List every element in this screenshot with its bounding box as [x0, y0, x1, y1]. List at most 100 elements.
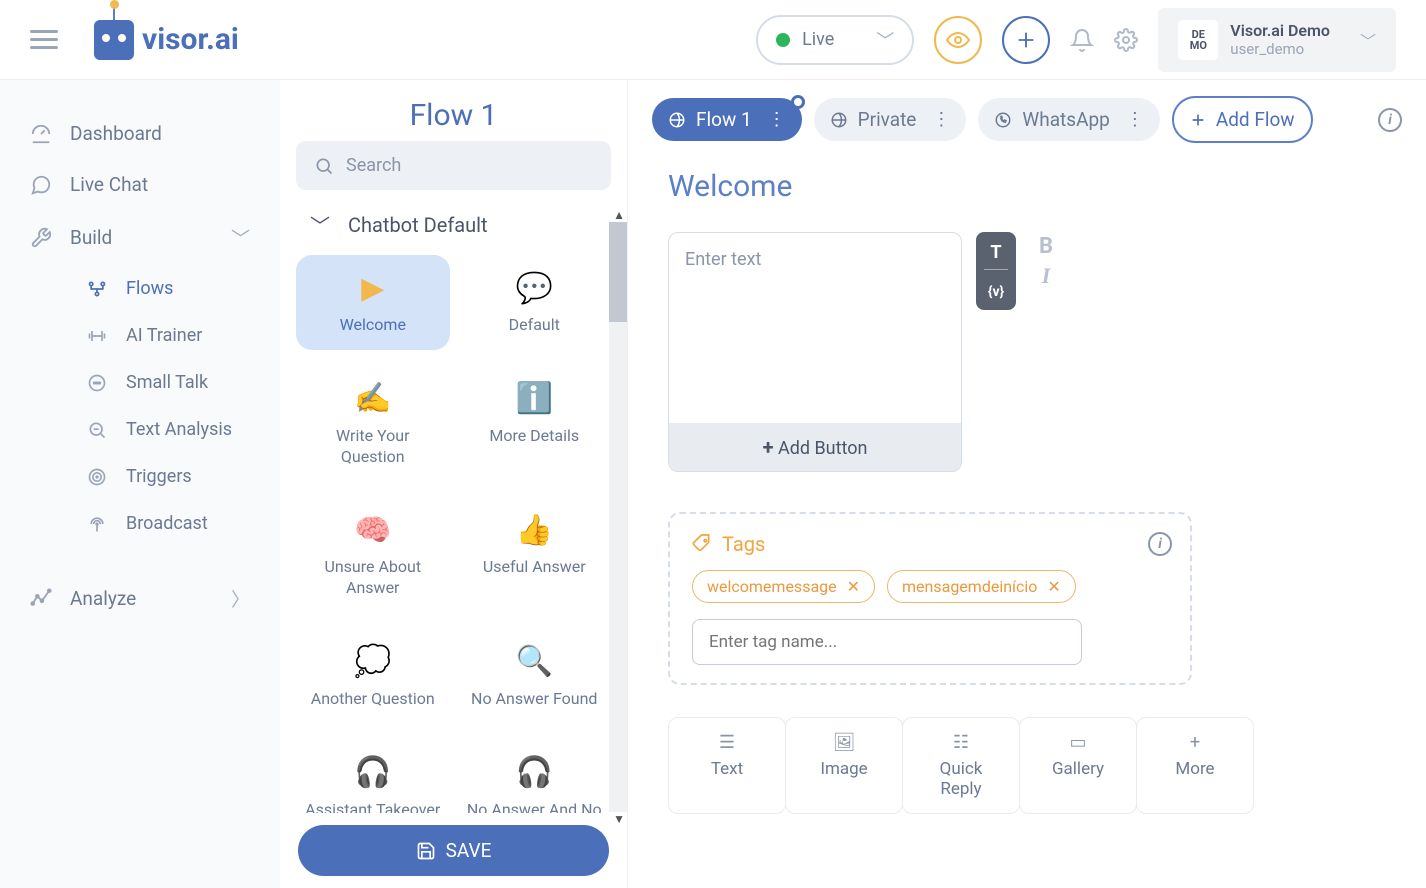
add-button-bar[interactable]: + Add Button: [669, 423, 961, 471]
scrollbar[interactable]: ▲ ▼: [609, 222, 627, 812]
sidebar-item-textanalysis[interactable]: Text Analysis: [58, 406, 280, 453]
flow-card-welcome[interactable]: ▶ Welcome: [296, 255, 450, 350]
add-button-label: Add Button: [778, 438, 867, 459]
main: Flow 1 ⋮ Private ⋮ WhatsApp ⋮ Add Flow i…: [628, 80, 1426, 888]
gear-icon: [1114, 28, 1138, 52]
format-italic-button[interactable]: I: [1026, 261, 1066, 291]
speech-icon: [86, 373, 108, 393]
pencil-icon: ✍️: [304, 380, 442, 418]
sidebar-item-flows[interactable]: Flows: [58, 265, 280, 312]
sidebar-label: Flows: [126, 278, 173, 299]
environment-selector[interactable]: Live ﹀: [756, 15, 914, 65]
preview-button[interactable]: [934, 16, 982, 64]
info-button[interactable]: i: [1148, 532, 1172, 556]
block-type-label: Gallery: [1044, 759, 1112, 779]
scroll-thumb[interactable]: [609, 222, 627, 322]
sidebar-label: AI Trainer: [126, 325, 202, 346]
tab-label: Flow 1: [696, 108, 752, 131]
message-textarea[interactable]: Enter text: [669, 233, 961, 423]
eye-icon: [946, 28, 970, 52]
category-header[interactable]: ﹀ Chatbot Default: [280, 210, 627, 255]
info-button[interactable]: i: [1378, 108, 1402, 132]
sidebar-item-dashboard[interactable]: Dashboard: [0, 108, 280, 159]
badge-dot-icon: [791, 95, 805, 109]
kebab-icon[interactable]: ⋮: [1126, 109, 1144, 130]
tag-icon: [692, 534, 712, 554]
tab-flow1[interactable]: Flow 1 ⋮: [652, 98, 802, 141]
robot-icon: [94, 20, 134, 60]
block-type-label: Image: [810, 759, 878, 779]
account-menu[interactable]: DEMO Visor.ai Demo user_demo ﹀: [1158, 8, 1396, 72]
text-message-block: Enter text + Add Button: [668, 232, 962, 472]
sidebar: Dashboard Live Chat Build ﹀ Flows AI Tra…: [0, 80, 280, 888]
target-icon: [86, 467, 108, 487]
sidebar-item-smalltalk[interactable]: Small Talk: [58, 359, 280, 406]
brand-name: visor.ai: [142, 22, 239, 57]
sidebar-item-livechat[interactable]: Live Chat: [0, 159, 280, 210]
block-type-gallery[interactable]: ▭ Gallery: [1019, 717, 1137, 814]
format-text-button[interactable]: T: [984, 238, 1008, 267]
search-input[interactable]: Search: [296, 141, 611, 190]
add-flow-button[interactable]: Add Flow: [1172, 96, 1313, 143]
chats-icon: 💭: [304, 643, 442, 681]
tags-label: Tags: [722, 532, 765, 556]
block-type-label: More: [1161, 759, 1229, 779]
tags-block: Tags i welcomemessage ✕ mensagemdeinício…: [668, 512, 1192, 685]
chat-icon: [30, 174, 52, 196]
plus-icon: [1015, 29, 1037, 51]
flow-tabs: Flow 1 ⋮ Private ⋮ WhatsApp ⋮ Add Flow i: [628, 80, 1426, 143]
flow-card-another[interactable]: 💭 Another Question: [296, 629, 450, 724]
tag-chip[interactable]: mensagemdeinício ✕: [887, 570, 1076, 603]
card-label: Welcome: [304, 315, 442, 336]
flow-card-useful[interactable]: 👍 Useful Answer: [458, 497, 612, 613]
flow-card-noanswer[interactable]: 🔍 No Answer Found: [458, 629, 612, 724]
flow-icon: [86, 279, 108, 299]
block-type-text[interactable]: ☰ Text: [668, 717, 786, 814]
account-username: user_demo: [1230, 40, 1330, 58]
block-type-quickreply[interactable]: ☷ Quick Reply: [902, 717, 1020, 814]
tag-remove-icon[interactable]: ✕: [847, 577, 860, 596]
logo[interactable]: visor.ai: [94, 20, 239, 60]
sidebar-label: Build: [70, 226, 112, 249]
menu-toggle[interactable]: [30, 30, 58, 49]
chevron-down-icon: ﹀: [310, 210, 330, 239]
canvas-title: Welcome: [668, 169, 1386, 204]
sidebar-item-triggers[interactable]: Triggers: [58, 453, 280, 500]
save-button[interactable]: SAVE: [298, 825, 609, 876]
flow-card-default[interactable]: 💬 Default: [458, 255, 612, 350]
tag-input[interactable]: [692, 619, 1082, 665]
tools-icon: [30, 227, 52, 249]
block-type-more[interactable]: + More: [1136, 717, 1254, 814]
sidebar-item-aitrainer[interactable]: AI Trainer: [58, 312, 280, 359]
chevron-down-icon: ﹀: [876, 27, 894, 53]
gallery-icon: ▭: [1044, 732, 1112, 753]
tag-chip[interactable]: welcomemessage ✕: [692, 570, 875, 603]
block-type-image[interactable]: 🖼 Image: [785, 717, 903, 814]
sidebar-item-analyze[interactable]: Analyze 〉: [0, 571, 280, 626]
flows-panel: Flow 1 Search ﹀ Chatbot Default ▲ ▼ ▶ We…: [280, 80, 628, 888]
sidebar-item-build[interactable]: Build ﹀: [0, 210, 280, 265]
notifications-button[interactable]: [1070, 28, 1094, 52]
sidebar-item-broadcast[interactable]: Broadcast: [58, 500, 280, 547]
tag-remove-icon[interactable]: ✕: [1047, 577, 1060, 596]
thumbs-up-icon: 👍: [466, 511, 604, 549]
flow-card-noassist[interactable]: 🎧 No Answer And No Assistant: [458, 740, 612, 813]
flow-card-unsure[interactable]: 🧠 Unsure About Answer: [296, 497, 450, 613]
flow-card-takeover[interactable]: 🎧 Assistant Takeover: [296, 740, 450, 813]
play-icon: ▶: [304, 269, 442, 307]
tab-whatsapp[interactable]: WhatsApp ⋮: [978, 98, 1159, 141]
card-label: Unsure About Answer: [304, 557, 442, 599]
kebab-icon[interactable]: ⋮: [768, 109, 786, 130]
format-variable-button[interactable]: {v}: [984, 280, 1008, 304]
sidebar-label: Small Talk: [126, 372, 208, 393]
kebab-icon[interactable]: ⋮: [932, 109, 950, 130]
card-label: Another Question: [304, 689, 442, 710]
format-bold-button[interactable]: B: [1026, 232, 1066, 261]
reply-icon: ☷: [927, 732, 995, 753]
flow-card-write[interactable]: ✍️ Write Your Question: [296, 366, 450, 482]
flow-card-details[interactable]: ℹ️ More Details: [458, 366, 612, 482]
tab-label: Private: [858, 108, 917, 131]
tab-private[interactable]: Private ⋮: [814, 98, 967, 141]
add-button[interactable]: [1002, 16, 1050, 64]
settings-button[interactable]: [1114, 28, 1138, 52]
